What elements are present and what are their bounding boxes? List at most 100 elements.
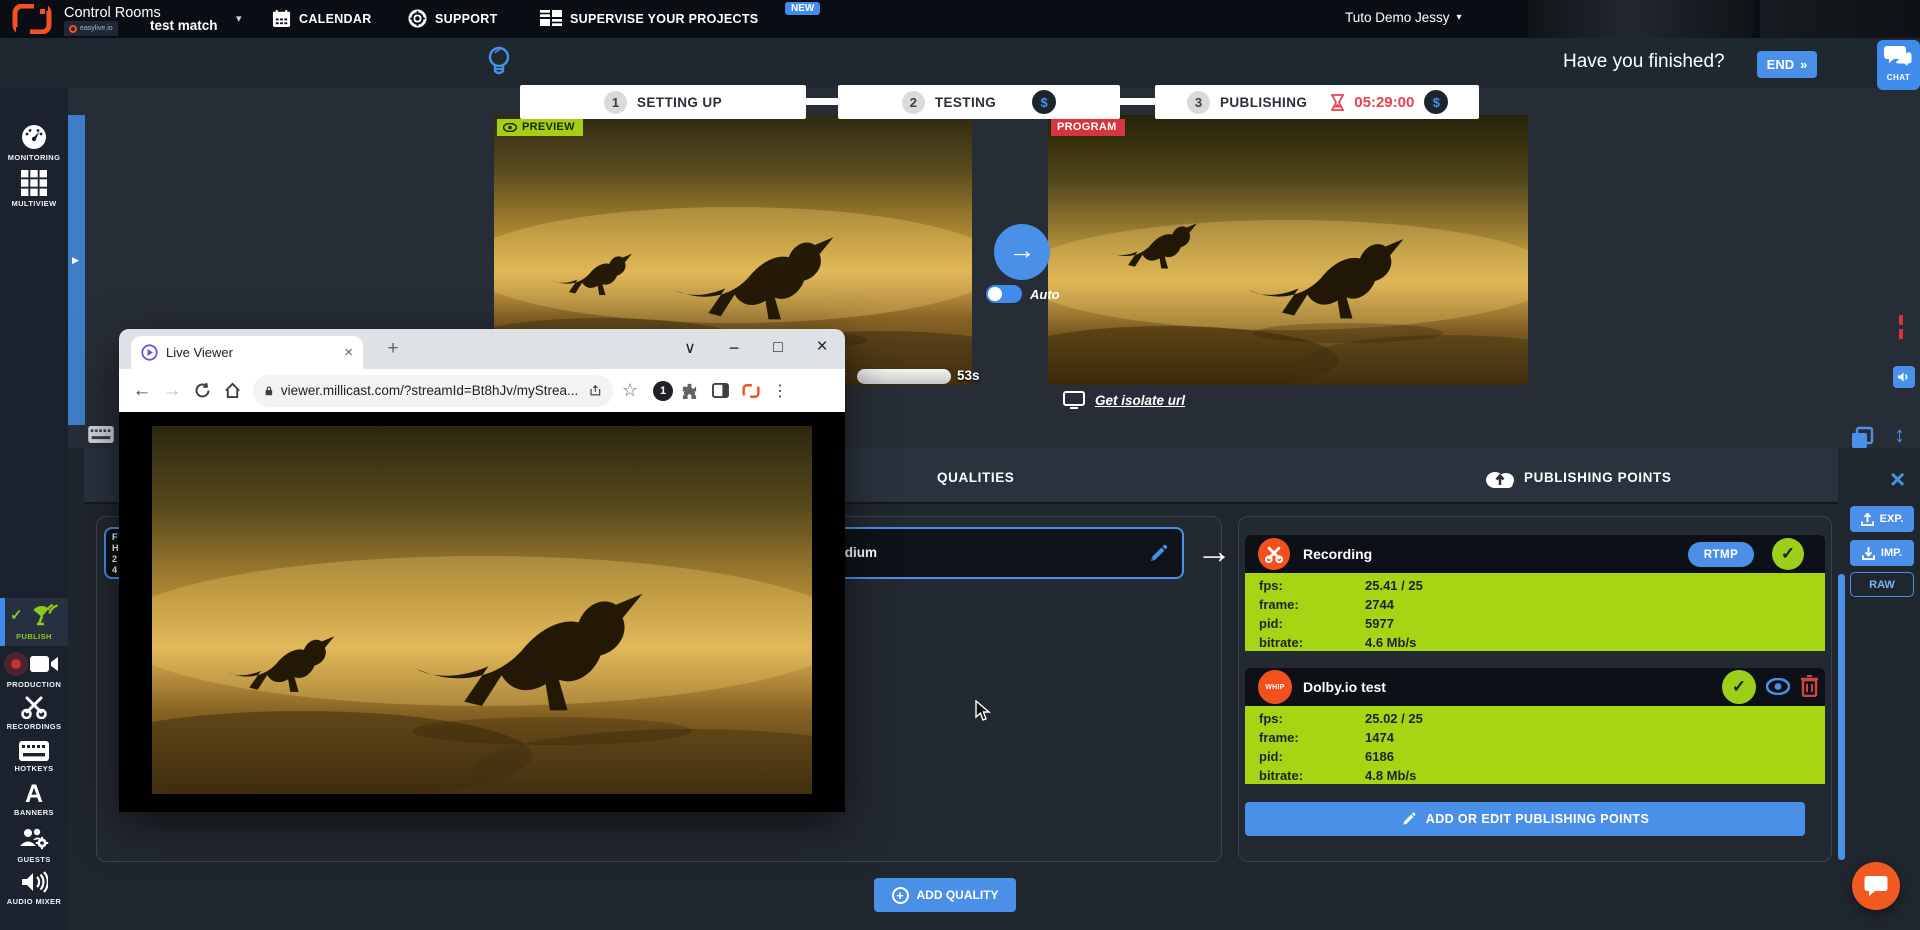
bookmark-star-icon[interactable]: ☆ — [615, 380, 645, 401]
duplicate-layout-icon[interactable] — [1850, 426, 1874, 450]
sidebar-item-publish[interactable]: ✓ PUBLISH — [0, 598, 68, 646]
add-quality-button[interactable]: + ADD QUALITY — [874, 878, 1016, 912]
status-check-icon: ✓ — [1722, 670, 1756, 704]
chat-button[interactable]: CHAT — [1877, 40, 1920, 90]
hourglass-icon — [1331, 94, 1344, 111]
chat-label: CHAT — [1877, 73, 1920, 82]
step-number: 1 — [604, 91, 627, 114]
publishing-point-recording: Recording RTMP ✓ — [1245, 535, 1825, 573]
record-dot-icon — [11, 659, 21, 669]
tab-close-icon[interactable]: × — [344, 344, 353, 361]
drawer-handle[interactable]: ▶ — [68, 115, 85, 425]
add-or-edit-publishing-points-button[interactable]: ADD OR EDIT PUBLISHING POINTS — [1245, 802, 1805, 836]
forward-icon[interactable]: → — [157, 380, 187, 402]
resize-vertical-icon[interactable]: ↕ — [1894, 422, 1905, 448]
isolate-url-link[interactable]: Get isolate url — [1095, 393, 1185, 408]
auto-transition-control: Auto — [986, 285, 1060, 303]
window-restore-down-icon[interactable]: ∨ — [677, 335, 703, 361]
audio-meter-tick — [1899, 329, 1903, 339]
step-setting-up[interactable]: 1 SETTING UP — [520, 85, 806, 119]
recording-scissors-icon — [1258, 538, 1290, 570]
scissors-icon — [21, 695, 47, 719]
back-icon[interactable]: ← — [127, 380, 157, 402]
banner-letter-icon: A — [0, 780, 68, 808]
delete-trash-icon[interactable] — [1801, 675, 1818, 697]
browser-tab-live-viewer[interactable]: Live Viewer × — [131, 336, 363, 369]
satellite-dish-icon — [30, 600, 60, 626]
project-name[interactable]: test match — [150, 18, 218, 33]
panel-scrollbar[interactable] — [1838, 574, 1845, 860]
sidebar-item-recordings[interactable]: RECORDINGS — [0, 690, 68, 734]
sidebar-item-hotkeys[interactable]: HOTKEYS — [0, 734, 68, 778]
nav-calendar[interactable]: CALENDAR — [272, 9, 372, 28]
stat-frame: 2744 — [1365, 595, 1394, 614]
edit-quality-pencil-icon[interactable] — [1148, 544, 1168, 564]
chat-bubble-icon — [1864, 875, 1888, 897]
plus-circle-icon: + — [892, 887, 909, 904]
whip-protocol-icon: WHIP — [1258, 670, 1292, 704]
redacted-region — [1528, 0, 1753, 38]
reload-icon[interactable] — [187, 382, 217, 399]
publishing-point-dolby: WHIP Dolby.io test ✓ — [1245, 668, 1825, 706]
lock-icon — [265, 384, 273, 398]
auto-toggle[interactable] — [986, 285, 1022, 303]
hotkey-indicator-icon[interactable] — [88, 426, 114, 443]
keyboard-icon — [19, 741, 49, 761]
sidebar-item-production[interactable]: PRODUCTION — [0, 646, 68, 690]
url-field[interactable]: viewer.millicast.com/?streamId=Bt8hJv/my… — [253, 375, 613, 407]
guests-icon — [19, 826, 49, 852]
project-caret-icon[interactable]: ▾ — [236, 12, 242, 25]
browser-menu-dots-icon[interactable]: ⋮ — [767, 381, 793, 401]
tip-bulb-icon[interactable] — [486, 45, 512, 84]
stat-pid: 5977 — [1365, 614, 1394, 633]
countdown-label: 53s — [957, 368, 980, 383]
close-panel-icon[interactable]: × — [1890, 466, 1905, 492]
export-button[interactable]: EXP. — [1850, 506, 1914, 532]
app-title: Control Rooms — [64, 5, 161, 21]
raw-button[interactable]: RAW — [1850, 572, 1914, 597]
chat-launcher-button[interactable] — [1852, 862, 1900, 910]
expand-arrow-icon: ▶ — [72, 255, 79, 266]
import-icon — [1862, 547, 1875, 560]
nav-supervise[interactable]: SUPERVISE YOUR PROJECTS — [540, 9, 758, 28]
sidebar-item-multiview[interactable]: MULTIVIEW — [0, 170, 68, 208]
view-eye-icon[interactable] — [1766, 678, 1790, 695]
import-button[interactable]: IMP. — [1850, 540, 1914, 566]
sidebar-item-monitoring[interactable]: MONITORING — [0, 124, 68, 162]
mouse-cursor — [975, 700, 995, 722]
nav-support[interactable]: SUPPORT — [408, 9, 498, 28]
brand-logo-icon[interactable] — [12, 4, 56, 34]
home-icon[interactable] — [217, 382, 247, 399]
speaker-mini-icon[interactable] — [1893, 366, 1915, 388]
sidebar-item-banners[interactable]: A BANNERS — [0, 778, 68, 822]
end-button[interactable]: END» — [1757, 51, 1817, 78]
window-minimize-icon[interactable]: − — [721, 335, 747, 361]
easylive-extension-icon[interactable] — [735, 383, 767, 399]
qualities-header: QUALITIES — [937, 470, 1014, 485]
auto-label: Auto — [1030, 287, 1060, 302]
extension-badge[interactable]: 1 — [653, 381, 673, 401]
sidebar-item-audio-mixer[interactable]: AUDIO MIXER — [0, 866, 68, 912]
audio-meter-tick — [1899, 315, 1903, 325]
toggle-knob — [988, 287, 1002, 301]
sidebar-item-guests[interactable]: GUESTS — [0, 822, 68, 866]
status-check-icon: ✓ — [1772, 538, 1804, 570]
pencil-icon — [1401, 812, 1416, 827]
supervise-new-badge: NEW — [785, 2, 820, 15]
new-tab-icon[interactable]: + — [381, 337, 405, 361]
publishing-point-name: Recording — [1303, 546, 1372, 562]
step-testing[interactable]: 2 TESTING $ — [838, 85, 1120, 119]
share-icon[interactable] — [590, 383, 601, 398]
step-publishing[interactable]: 3 PUBLISHING 05:29:00 $ — [1155, 85, 1479, 119]
stat-bitrate: 4.6 Mb/s — [1365, 633, 1416, 652]
stat-bitrate: 4.8 Mb/s — [1365, 766, 1416, 785]
window-close-icon[interactable]: × — [809, 334, 835, 360]
redacted-region — [1760, 0, 1920, 38]
extensions-puzzle-icon[interactable] — [673, 382, 705, 399]
program-label: PROGRAM — [1051, 119, 1125, 136]
side-panel-icon[interactable] — [705, 383, 735, 398]
browser-titlebar[interactable]: Live Viewer × + ∨ − □ × — [119, 329, 845, 369]
window-maximize-icon[interactable]: □ — [765, 335, 791, 361]
user-menu[interactable]: Tuto Demo Jessy ▾ — [1345, 10, 1462, 25]
take-transition-button[interactable]: → — [994, 224, 1050, 280]
